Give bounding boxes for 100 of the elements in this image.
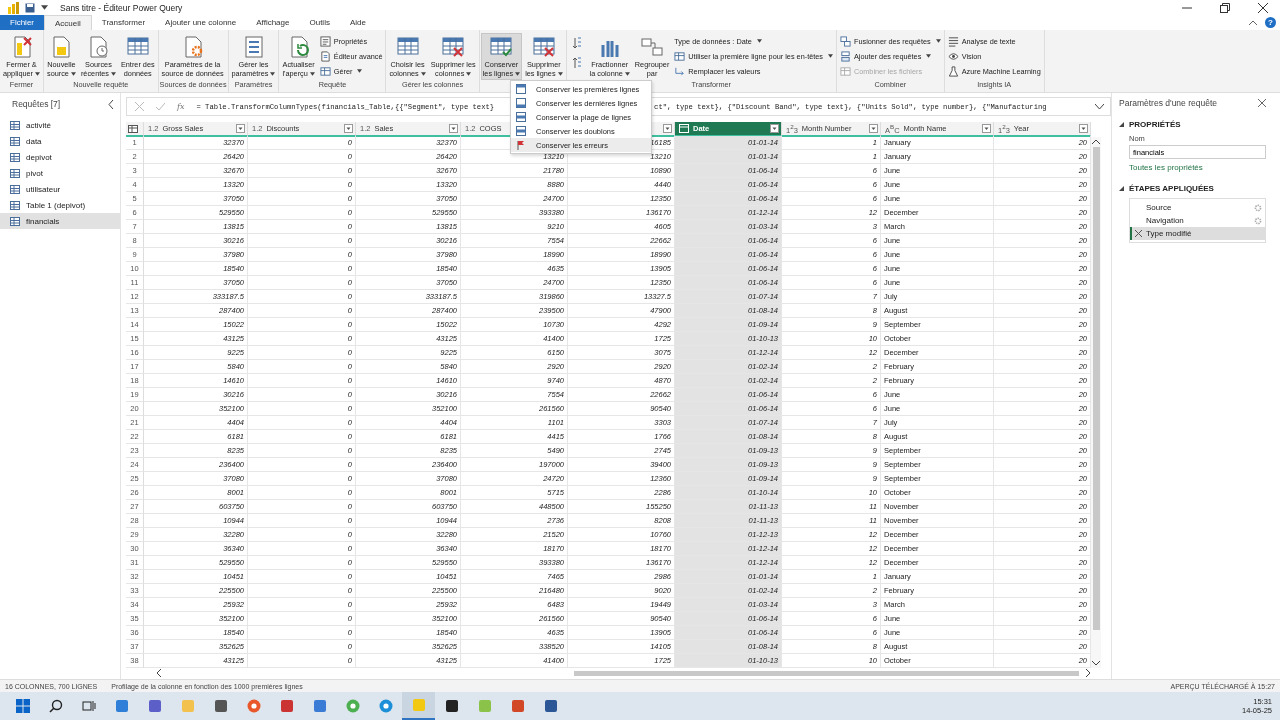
eye-icon [947, 50, 959, 62]
applied-step[interactable]: Source [1130, 201, 1265, 214]
table-header-icon [674, 50, 686, 62]
store-icon [114, 699, 129, 713]
photos-icon [312, 699, 327, 713]
query-item[interactable]: Table 1 (depivot) [0, 197, 120, 213]
ribbon-tab[interactable]: Fichier [0, 15, 44, 30]
keep-rows-icon [489, 35, 514, 59]
filter-dropdown-icon[interactable] [236, 124, 245, 133]
browser-icon [246, 699, 261, 713]
query-item[interactable]: pivot [0, 165, 120, 181]
panel-title: Paramètres d'une requête [1119, 98, 1217, 108]
save-icon[interactable] [25, 2, 35, 13]
section-heading: PROPRIÉTÉS [1129, 120, 1181, 129]
sort-descending-icon[interactable] [571, 57, 582, 69]
vertical-scrollbar[interactable] [1091, 137, 1101, 668]
table-rows-icon [516, 98, 526, 108]
table-icon [10, 184, 20, 194]
section-heading: ÉTAPES APPLIQUÉES [1129, 184, 1214, 193]
table-icon [10, 152, 20, 162]
calendar-icon[interactable] [679, 124, 689, 133]
sort-ascending-icon[interactable] [571, 37, 582, 49]
delete-icon[interactable] [1135, 230, 1142, 237]
query-item[interactable]: utilisateur [0, 181, 120, 197]
ribbon-tab[interactable]: Accueil [44, 15, 92, 30]
combine-icon [839, 65, 851, 77]
ribbon-tab[interactable]: Outils [299, 15, 340, 30]
query-item[interactable]: financials [0, 213, 120, 229]
ribbon-tab[interactable]: Affichage [246, 15, 300, 30]
calculator-icon [213, 699, 228, 713]
filter-dropdown-icon[interactable] [344, 124, 353, 133]
window-title: Sans titre - Éditeur Power Query [60, 2, 183, 13]
editor-icon [319, 50, 331, 62]
applied-step[interactable]: Navigation [1130, 214, 1265, 227]
table-icon [10, 168, 20, 178]
document-app-icon [543, 699, 558, 713]
text-lines-icon [947, 35, 959, 47]
close-icon[interactable] [1258, 2, 1268, 13]
filter-dropdown-icon[interactable] [1079, 124, 1088, 133]
help-button[interactable]: ? [1265, 17, 1276, 28]
ribbon-tab[interactable]: Aide [339, 15, 376, 30]
collapse-triangle-icon[interactable] [1119, 122, 1124, 127]
group-by-icon [640, 35, 665, 59]
flask-icon [947, 65, 959, 77]
browser-icon [345, 699, 360, 713]
folder-icon [180, 699, 195, 713]
filter-dropdown-icon[interactable] [449, 124, 458, 133]
check-icon[interactable] [156, 102, 165, 111]
scroll-right-icon[interactable] [1085, 669, 1091, 677]
app-logo-icon [8, 1, 19, 14]
presentation-app-icon [510, 699, 525, 713]
delete-rows-icon [531, 35, 556, 59]
snipping-icon [279, 699, 294, 713]
query-item[interactable]: activité [0, 117, 120, 133]
table-menu-button[interactable] [126, 122, 144, 137]
expand-icon[interactable] [1095, 103, 1104, 110]
filter-dropdown-icon[interactable] [663, 124, 672, 133]
restore-icon[interactable] [1220, 2, 1230, 13]
filter-dropdown-icon[interactable] [982, 124, 991, 133]
collapse-icon[interactable] [108, 99, 114, 109]
queries-title: Requêtes [7] [12, 99, 61, 109]
merge-icon [839, 35, 851, 47]
filter-dropdown-icon[interactable] [770, 124, 779, 133]
query-item[interactable]: data [0, 133, 120, 149]
close-icon[interactable] [1258, 99, 1266, 107]
scroll-up-icon[interactable] [1092, 139, 1100, 145]
table-icon [10, 216, 20, 226]
table-icon [10, 120, 20, 130]
table-icon [10, 200, 20, 210]
ribbon-tab[interactable]: Ajouter une colonne [155, 15, 247, 30]
ribbon-tab[interactable]: Transformer [91, 15, 156, 30]
applied-step[interactable]: Type modifié [1130, 227, 1265, 240]
gear-icon[interactable] [1254, 203, 1262, 212]
flag-icon [516, 140, 526, 150]
table-rows-icon [516, 84, 526, 94]
fx-label: fx [177, 102, 185, 111]
table-icon [319, 65, 331, 77]
properties-icon [319, 35, 331, 47]
query-item[interactable]: depivot [0, 149, 120, 165]
filter-dropdown-icon[interactable] [869, 124, 878, 133]
scroll-down-icon[interactable] [1092, 660, 1100, 666]
table-icon [128, 124, 138, 133]
append-icon [839, 50, 851, 62]
gear-icon[interactable] [1254, 216, 1262, 225]
collapse-ribbon-icon[interactable] [1249, 20, 1257, 25]
scroll-left-icon[interactable] [156, 669, 162, 677]
chat-app-icon [147, 699, 162, 713]
drawing-app-icon [477, 699, 492, 713]
chart-app-icon [411, 698, 426, 712]
collapse-triangle-icon[interactable] [1119, 186, 1124, 191]
browser-icon [378, 699, 393, 713]
replace-icon [674, 65, 686, 77]
search-icon [48, 699, 63, 713]
start-icon [15, 699, 30, 713]
recorder-icon [444, 699, 459, 713]
table-icon [10, 136, 20, 146]
caret-icon[interactable] [41, 5, 48, 10]
all-properties-link[interactable]: Toutes les propriétés [1129, 163, 1266, 172]
delete-columns-icon [441, 35, 466, 59]
task-view-icon [81, 699, 96, 713]
